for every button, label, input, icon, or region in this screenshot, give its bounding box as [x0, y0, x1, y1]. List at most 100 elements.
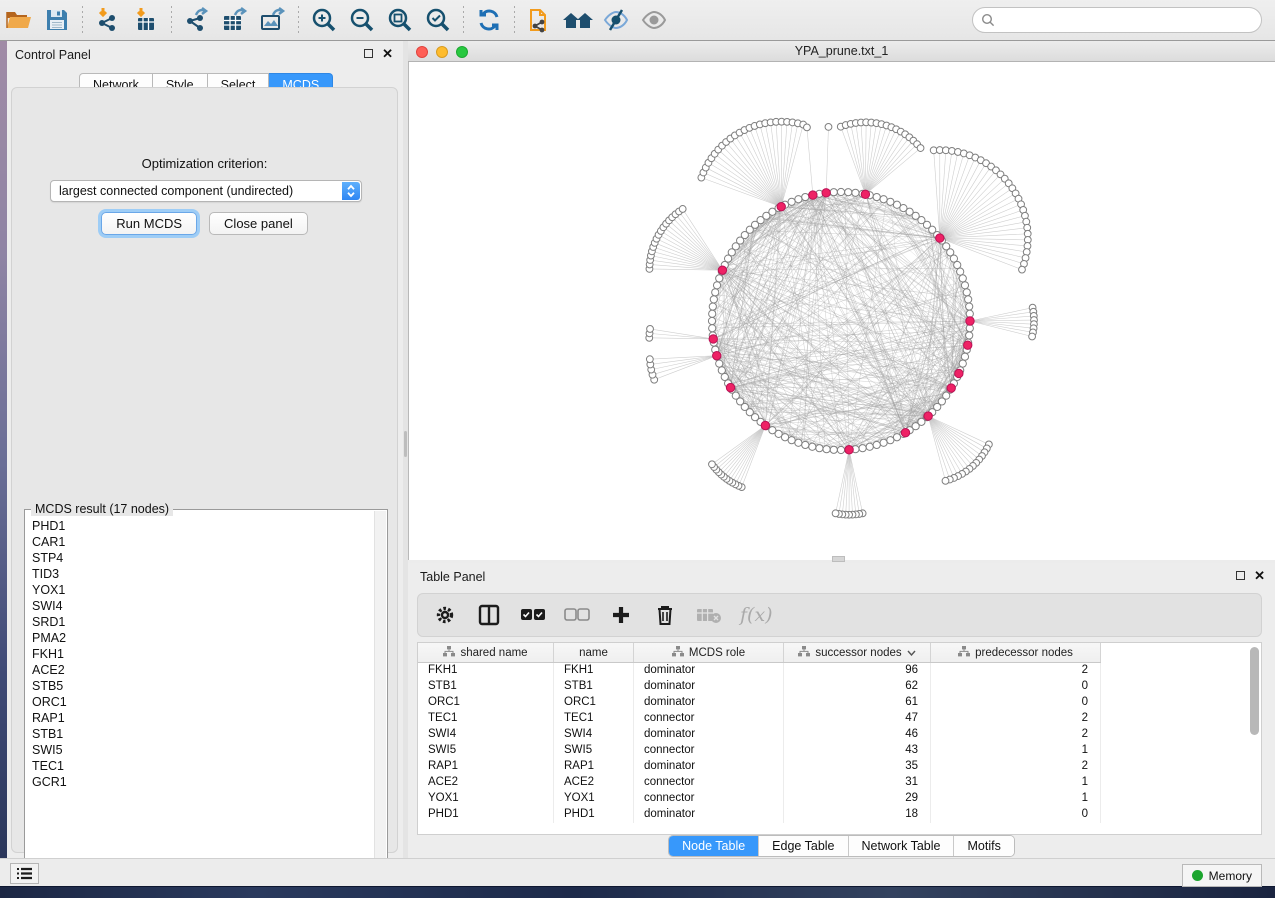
graph-selected-node[interactable]	[924, 412, 932, 420]
search-field[interactable]	[972, 7, 1262, 33]
graph-node[interactable]	[830, 189, 837, 196]
import-network-icon[interactable]	[91, 5, 125, 35]
clone-network-icon[interactable]	[523, 5, 557, 35]
graph-node[interactable]	[959, 275, 966, 282]
graph-selected-node[interactable]	[955, 369, 963, 377]
column-header-predecessor-nodes[interactable]: predecessor nodes	[931, 643, 1101, 662]
graph-node[interactable]	[887, 437, 894, 444]
graph-node[interactable]	[966, 332, 973, 339]
tab-network-table[interactable]: Network Table	[849, 836, 955, 856]
graph-selected-node[interactable]	[966, 317, 974, 325]
graph-node[interactable]	[837, 446, 844, 453]
network-graph[interactable]	[409, 62, 1275, 560]
float-panel-icon[interactable]	[364, 49, 373, 58]
table-row[interactable]: ACE2ACE2connector311	[418, 775, 1261, 791]
graph-node[interactable]	[713, 282, 720, 289]
split-view-icon[interactable]	[476, 602, 502, 628]
show-home-networks-icon[interactable]	[561, 5, 595, 35]
graph-selected-node[interactable]	[718, 266, 726, 274]
graph-node[interactable]	[788, 437, 795, 444]
graph-selected-node[interactable]	[845, 446, 853, 454]
graph-node[interactable]	[966, 310, 973, 317]
table-row[interactable]: STB1STB1dominator620	[418, 679, 1261, 695]
graph-node[interactable]	[893, 434, 900, 441]
graph-selected-node[interactable]	[901, 429, 909, 437]
mcds-result-item[interactable]: GCR1	[32, 774, 374, 790]
mcds-result-item[interactable]: FKH1	[32, 646, 374, 662]
mcds-result-item[interactable]: PMA2	[32, 630, 374, 646]
graph-leaf-node[interactable]	[917, 145, 924, 152]
mcds-result-item[interactable]: YOX1	[32, 582, 374, 598]
deselect-all-icon[interactable]	[564, 602, 590, 628]
refresh-view-icon[interactable]	[472, 5, 506, 35]
graph-selected-node[interactable]	[936, 234, 944, 242]
export-image-icon[interactable]	[256, 5, 290, 35]
graph-leaf-node[interactable]	[942, 477, 949, 484]
column-header-name[interactable]: name	[554, 643, 634, 662]
mcds-result-item[interactable]: CAR1	[32, 534, 374, 550]
column-header-MCDS-role[interactable]: MCDS role	[634, 643, 784, 662]
graph-node[interactable]	[802, 441, 809, 448]
graph-node[interactable]	[880, 439, 887, 446]
graph-node[interactable]	[873, 193, 880, 200]
graph-node[interactable]	[795, 196, 802, 203]
graph-node[interactable]	[966, 325, 973, 332]
table-scrollbar[interactable]	[1250, 647, 1259, 735]
mcds-result-item[interactable]: ORC1	[32, 694, 374, 710]
graph-node[interactable]	[859, 445, 866, 452]
mcds-result-scrollbar[interactable]	[374, 511, 386, 879]
graph-node[interactable]	[959, 360, 966, 367]
table-row[interactable]: ORC1ORC1dominator610	[418, 695, 1261, 711]
graph-leaf-node[interactable]	[832, 510, 839, 517]
zoom-fit-icon[interactable]	[383, 5, 417, 35]
graph-node[interactable]	[963, 289, 970, 296]
graph-selected-node[interactable]	[822, 189, 830, 197]
tab-motifs[interactable]: Motifs	[954, 836, 1013, 856]
table-row[interactable]: FKH1FKH1dominator962	[418, 663, 1261, 679]
export-table-icon[interactable]	[218, 5, 252, 35]
tab-edge-table[interactable]: Edge Table	[759, 836, 848, 856]
network-window-titlebar[interactable]: YPA_prune.txt_1	[408, 41, 1275, 62]
table-row[interactable]: RAP1RAP1dominator352	[418, 759, 1261, 775]
zoom-in-icon[interactable]	[307, 5, 341, 35]
column-header-successor-nodes[interactable]: successor nodes	[784, 643, 931, 662]
graph-leaf-node[interactable]	[647, 326, 654, 333]
graph-node[interactable]	[957, 268, 964, 275]
mcds-result-list[interactable]: PHD1CAR1STP4TID3YOX1SWI4SRD1PMA2FKH1ACE2…	[26, 518, 374, 879]
graph-node[interactable]	[954, 261, 961, 268]
delete-column-icon[interactable]	[652, 602, 678, 628]
graph-leaf-node[interactable]	[646, 356, 653, 363]
graph-node[interactable]	[816, 445, 823, 452]
graph-selected-node[interactable]	[713, 351, 721, 359]
zoom-out-icon[interactable]	[345, 5, 379, 35]
graph-node[interactable]	[795, 439, 802, 446]
graph-node[interactable]	[716, 275, 723, 282]
graph-leaf-node[interactable]	[804, 124, 811, 131]
graph-node[interactable]	[845, 189, 852, 196]
export-network-icon[interactable]	[180, 5, 214, 35]
graph-node[interactable]	[809, 443, 816, 450]
run-mcds-button[interactable]: Run MCDS	[101, 212, 197, 235]
graph-node[interactable]	[712, 289, 719, 296]
graph-node[interactable]	[708, 317, 715, 324]
mcds-result-item[interactable]: SWI4	[32, 598, 374, 614]
graph-node[interactable]	[721, 373, 728, 380]
close-panel-icon[interactable]: ✕	[382, 49, 393, 58]
graph-selected-node[interactable]	[947, 384, 955, 392]
show-hidden-icon[interactable]	[637, 5, 671, 35]
graph-node[interactable]	[866, 443, 873, 450]
column-settings-icon[interactable]	[432, 602, 458, 628]
mcds-result-item[interactable]: SWI5	[32, 742, 374, 758]
graph-node[interactable]	[966, 303, 973, 310]
horizontal-splitter-handle[interactable]	[832, 556, 845, 562]
mcds-result-item[interactable]: PHD1	[32, 518, 374, 534]
task-history-button[interactable]	[10, 863, 39, 884]
import-table-icon[interactable]	[129, 5, 163, 35]
graph-leaf-node[interactable]	[709, 461, 716, 468]
memory-button[interactable]: Memory	[1182, 864, 1262, 887]
zoom-selected-icon[interactable]	[421, 5, 455, 35]
close-panel-button[interactable]: Close panel	[209, 212, 308, 235]
mcds-result-item[interactable]: RAP1	[32, 710, 374, 726]
mcds-result-item[interactable]: ACE2	[32, 662, 374, 678]
close-panel-icon[interactable]: ✕	[1254, 571, 1265, 580]
